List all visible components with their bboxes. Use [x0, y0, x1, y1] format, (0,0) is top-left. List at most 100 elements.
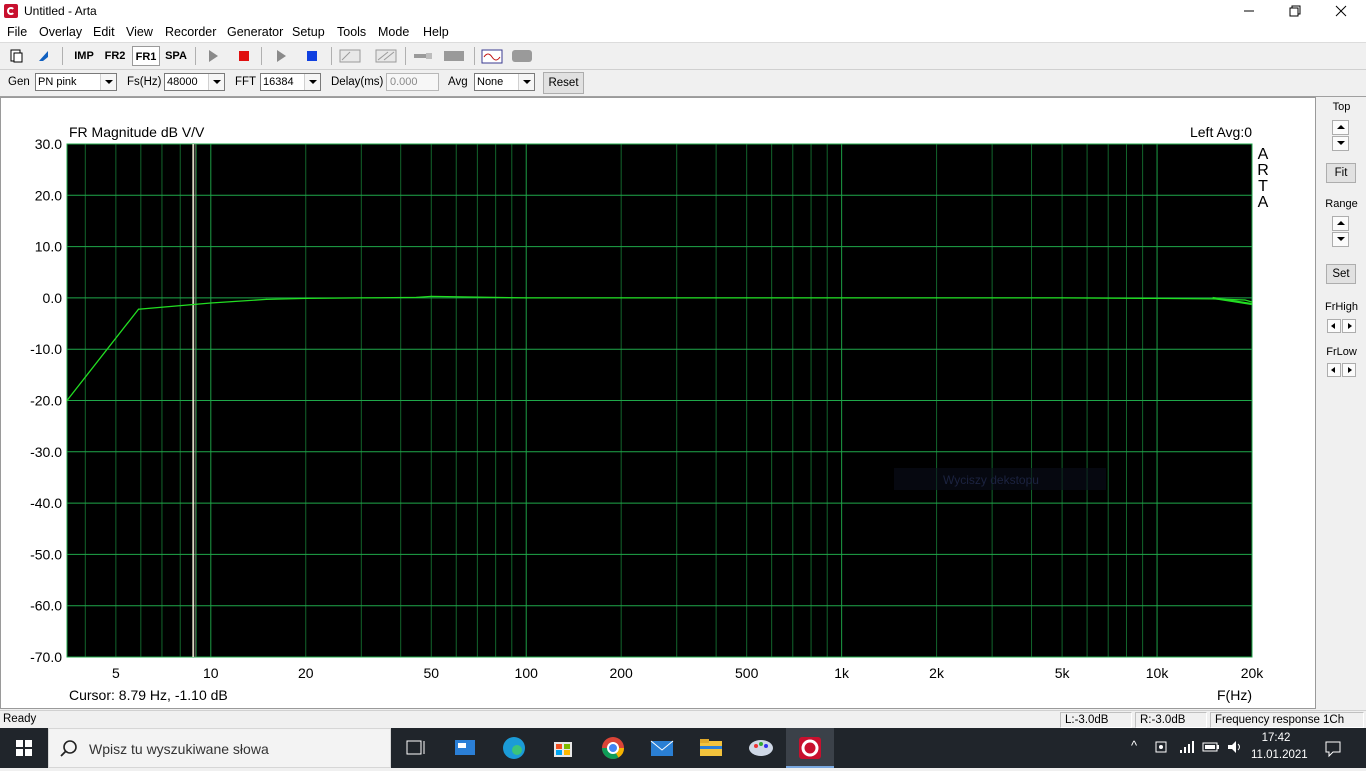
network-icon[interactable]	[1178, 738, 1196, 756]
frhigh-left-button[interactable]	[1327, 319, 1341, 333]
fs-label: Fs(Hz)	[127, 76, 162, 88]
y-tick-label: -40.0	[30, 495, 62, 511]
x-tick-label: 5	[112, 665, 120, 681]
menu-help[interactable]: Help	[423, 25, 449, 39]
arta-app-icon[interactable]	[4, 4, 18, 18]
file-explorer-icon[interactable]	[687, 728, 735, 768]
notification-icon[interactable]	[1323, 738, 1343, 758]
volume-icon[interactable]	[1225, 738, 1245, 756]
start-button[interactable]	[0, 728, 48, 768]
y-tick-label: 20.0	[35, 187, 62, 203]
scope-button[interactable]	[480, 46, 504, 66]
series-point	[525, 297, 527, 299]
menu-generator[interactable]: Generator	[227, 25, 283, 39]
clock-time[interactable]: 17:42	[1253, 732, 1299, 744]
y-tick-label: -70.0	[30, 649, 62, 665]
probe-button[interactable]	[411, 46, 435, 66]
top-label: Top	[1332, 101, 1351, 113]
chevron-down-icon	[100, 74, 116, 90]
frlow-right-button[interactable]	[1342, 363, 1356, 377]
y-tick-label: -20.0	[30, 393, 62, 409]
y-tick-label: 30.0	[35, 136, 62, 152]
menu-edit[interactable]: Edit	[93, 25, 115, 39]
chevron-down-icon	[518, 74, 534, 90]
meet-now-icon[interactable]	[1153, 738, 1171, 756]
left-level-pane: L:-3.0dB	[1060, 712, 1132, 728]
frequency-response-chart[interactable]: 30.0 20.0 10.0 0.0 -10.0 -20.0 -30.0 -40.0 -50.0…	[1, 98, 1315, 708]
new-file-button[interactable]	[5, 46, 27, 66]
range-down-button[interactable]	[1332, 232, 1349, 247]
menu-setup[interactable]: Setup	[292, 25, 325, 39]
reset-button[interactable]: Reset	[543, 72, 584, 94]
set-button[interactable]: Set	[1326, 264, 1356, 284]
frhigh-label: FrHigh	[1324, 301, 1358, 313]
series-point	[1061, 297, 1063, 299]
fr1-mode-button[interactable]: FR1	[132, 46, 160, 66]
y-tick-label: -60.0	[30, 598, 62, 614]
taskbar-search-box[interactable]: Wpisz tu wyszukiwane słowa	[48, 728, 391, 768]
imp-mode-button[interactable]: IMP	[70, 46, 98, 66]
task-view-icon[interactable]	[392, 728, 440, 768]
minimize-button[interactable]	[1226, 0, 1272, 22]
x-tick-label: 10k	[1146, 665, 1170, 681]
chevron-up-icon[interactable]: ^	[1131, 738, 1137, 753]
play-gen-button[interactable]	[270, 46, 292, 66]
play-button[interactable]	[202, 46, 224, 66]
toolbar-separator	[405, 47, 406, 65]
series-point	[416, 296, 418, 298]
menu-view[interactable]: View	[126, 25, 153, 39]
fr2-mode-button[interactable]: FR2	[101, 46, 129, 66]
fit-button[interactable]: Fit	[1326, 163, 1356, 183]
settings-bar: Gen PN pink Fs(Hz) 48000 FFT 16384 Delay…	[0, 70, 1366, 97]
top-down-button[interactable]	[1332, 136, 1349, 151]
probe-icon	[414, 53, 432, 59]
window-title: Untitled - Arta	[24, 4, 97, 18]
stop-record-button[interactable]	[233, 46, 255, 66]
restore-button[interactable]	[1272, 0, 1318, 22]
x-tick-label: 20	[298, 665, 314, 681]
abc-button[interactable]	[338, 46, 362, 66]
right-level-pane: R:-3.0dB	[1135, 712, 1207, 728]
series-point	[305, 297, 307, 299]
display-button[interactable]	[510, 46, 534, 66]
delay-input[interactable]: 0.000	[386, 73, 439, 91]
spa-mode-button[interactable]: SPA	[162, 46, 190, 66]
paint-icon[interactable]	[737, 728, 785, 768]
arta-icon[interactable]	[786, 728, 834, 768]
menu-file[interactable]: File	[7, 25, 27, 39]
frhigh-right-button[interactable]	[1342, 319, 1356, 333]
fft-size-select[interactable]: 16384	[260, 73, 321, 91]
clock-date[interactable]: 11.01.2021	[1251, 749, 1308, 761]
brand-letter: A	[1258, 146, 1269, 163]
stop-gen-button[interactable]	[301, 46, 323, 66]
mail-icon[interactable]	[638, 728, 686, 768]
battery-icon[interactable]	[1201, 738, 1221, 756]
sample-rate-value: 48000	[167, 76, 198, 88]
fft-size-value: 16384	[263, 76, 294, 88]
graph-panel[interactable]: 30.0 20.0 10.0 0.0 -10.0 -20.0 -30.0 -40.0 -50.0…	[0, 97, 1316, 709]
generator-select[interactable]: PN pink	[35, 73, 117, 91]
monitor-app-icon[interactable]	[441, 728, 489, 768]
hatch-button[interactable]	[374, 46, 398, 66]
chrome-icon[interactable]	[589, 728, 637, 768]
open-button[interactable]	[33, 46, 55, 66]
sample-rate-select[interactable]: 48000	[164, 73, 225, 91]
averaging-select[interactable]: None	[474, 73, 535, 91]
menu-recorder[interactable]: Recorder	[165, 25, 216, 39]
x-tick-label: 200	[609, 665, 633, 681]
store-icon[interactable]	[539, 728, 587, 768]
meter-button[interactable]	[442, 46, 466, 66]
menu-tools[interactable]: Tools	[337, 25, 366, 39]
fft-label: FFT	[235, 76, 257, 88]
close-button[interactable]	[1318, 0, 1364, 22]
range-up-button[interactable]	[1332, 216, 1349, 231]
top-up-button[interactable]	[1332, 120, 1349, 135]
menu-overlay[interactable]: Overlay	[39, 25, 82, 39]
menu-mode[interactable]: Mode	[378, 25, 409, 39]
frlow-left-button[interactable]	[1327, 363, 1341, 377]
x-tick-label: 10	[203, 665, 219, 681]
display-icon	[512, 50, 532, 62]
x-tick-label: 20k	[1241, 665, 1265, 681]
x-axis-unit: F(Hz)	[1217, 687, 1252, 703]
edge-icon[interactable]	[490, 728, 538, 768]
